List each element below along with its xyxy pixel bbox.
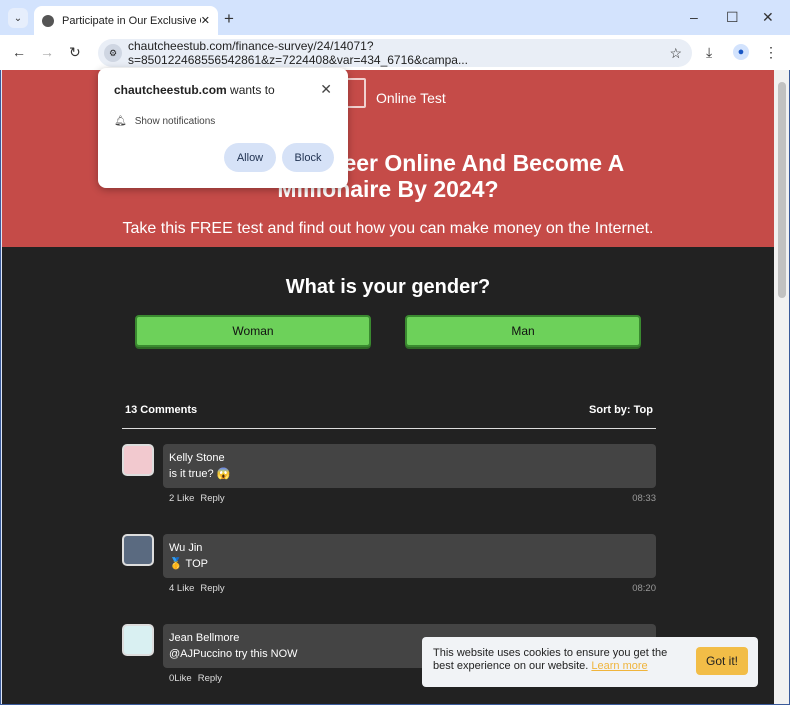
comments-header: 13 Comments Sort by: Top — [122, 404, 656, 429]
comment-time: 08:20 — [632, 583, 656, 594]
tab-title: Participate in Our Exclusive Onl — [62, 14, 201, 27]
tab-search-icon[interactable]: ⌄ — [8, 8, 28, 28]
comment-author: Kelly Stone — [169, 452, 225, 464]
got-it-button[interactable]: Got it! — [696, 647, 748, 675]
forward-icon[interactable]: → — [40, 44, 54, 60]
woman-button[interactable]: Woman — [135, 315, 371, 347]
notification-permission-popup: chautcheestub.com wants to ✕ 🔔︎ Show noti… — [98, 68, 348, 188]
like-link[interactable]: 2 Like — [169, 493, 194, 504]
like-link[interactable]: 4 Like — [169, 583, 194, 594]
like-link[interactable]: 0Like — [169, 673, 192, 684]
comment-text: 🥇 TOP — [169, 558, 208, 570]
address-bar[interactable]: ⚙ chautcheestub.com/finance-survey/24/14… — [98, 39, 692, 67]
new-tab-icon[interactable]: + — [224, 9, 234, 29]
subtitle: Take this FREE test and find out how you… — [122, 220, 654, 237]
comment-author: Wu Jin — [169, 542, 203, 554]
url-text: chautcheestub.com/finance-survey/24/1407… — [128, 39, 468, 67]
question: What is your gender? — [285, 276, 491, 298]
download-icon[interactable]: ⤓ — [706, 44, 712, 61]
comment-count: 13 Comments — [125, 404, 198, 416]
close-icon[interactable]: ✕ — [320, 81, 332, 98]
reload-icon[interactable]: ↻ — [69, 44, 81, 61]
avatar — [122, 444, 154, 476]
bell-icon: 🔔︎ — [114, 116, 127, 127]
globe-icon — [42, 14, 54, 27]
brand-name: Online Test — [376, 90, 446, 106]
allow-button[interactable]: Allow — [224, 143, 276, 172]
man-button[interactable]: Man — [405, 315, 641, 347]
tab-active[interactable]: Participate in Our Exclusive Onl ✕ — [34, 6, 218, 35]
comment-time: 08:33 — [632, 493, 656, 504]
menu-icon[interactable]: ⋮ — [764, 44, 778, 61]
scrollbar-thumb[interactable] — [778, 82, 786, 298]
block-button[interactable]: Block — [282, 143, 334, 172]
cookie-banner: This website uses cookies to ensure you … — [422, 637, 758, 687]
reply-link[interactable]: Reply — [200, 583, 224, 594]
bookmark-star-icon[interactable]: ☆ — [669, 45, 682, 62]
reply-link[interactable]: Reply — [200, 493, 224, 504]
learn-more-link[interactable]: Learn more — [591, 660, 647, 672]
maximize-icon[interactable]: ☐ — [726, 9, 739, 26]
reply-link[interactable]: Reply — [198, 673, 222, 684]
toolbar: ← → ↻ ⚙ chautcheestub.com/finance-survey… — [0, 35, 790, 70]
sort-selector[interactable]: Sort by: Top — [589, 404, 653, 416]
close-window-icon[interactable]: ✕ — [762, 9, 774, 26]
popup-wants: wants to — [226, 83, 275, 97]
avatar — [122, 534, 154, 566]
comment-text: is it true? 😱 — [169, 468, 231, 480]
profile-icon[interactable]: ● — [733, 44, 749, 60]
back-icon[interactable]: ← — [12, 44, 26, 60]
scrollbar[interactable] — [774, 70, 789, 704]
close-tab-icon[interactable]: ✕ — [201, 14, 210, 27]
site-info-icon[interactable]: ⚙ — [104, 44, 122, 62]
minimize-icon[interactable]: – — [690, 9, 698, 25]
avatar — [122, 624, 154, 656]
tab-bar: ⌄ Participate in Our Exclusive Onl ✕ + –… — [0, 0, 790, 35]
permission-label: Show notifications — [134, 116, 216, 127]
popup-site: chautcheestub.com — [114, 83, 227, 97]
